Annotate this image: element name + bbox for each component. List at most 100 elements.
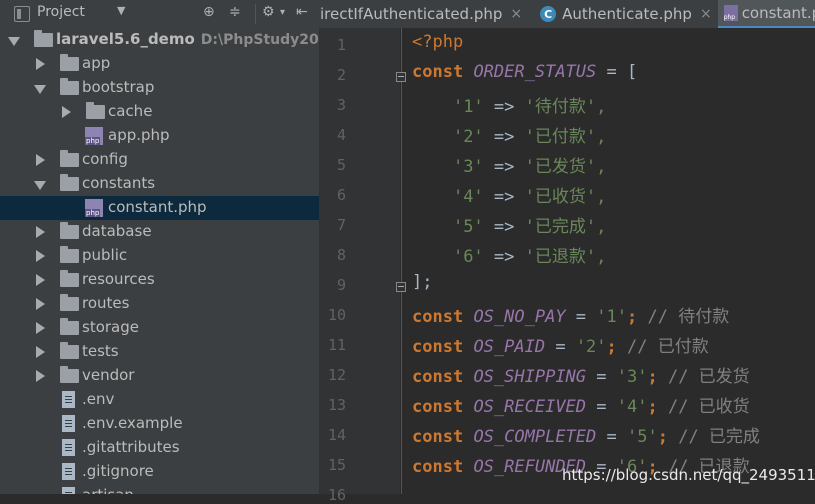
code-line: const OS_PAID = '2'; // 已付款	[412, 332, 709, 357]
operator: =	[565, 307, 597, 327]
string-value: '2'	[575, 337, 607, 357]
expand-arrow-right-icon[interactable]	[36, 370, 45, 382]
tree-item-cache[interactable]: cache	[0, 100, 319, 124]
operator: =	[596, 427, 627, 447]
tree-item-constants[interactable]: constants	[0, 172, 319, 196]
folder-icon	[34, 30, 53, 47]
tree-item-constant-php[interactable]: php constant.php	[0, 196, 319, 220]
expand-arrow-down-icon[interactable]	[8, 37, 20, 46]
tree-item-vendor[interactable]: vendor	[0, 364, 319, 388]
code-line: const ORDER_STATUS = [	[412, 62, 637, 82]
tree-item-env[interactable]: .env	[0, 388, 319, 412]
project-view-selector[interactable]: Project	[37, 4, 85, 20]
tree-item-label: .gitignore	[82, 462, 154, 480]
tree-item-app-php[interactable]: php app.php	[0, 124, 319, 148]
tree-item-app[interactable]: app	[0, 52, 319, 76]
string-key: '2'	[452, 127, 484, 147]
tree-item-config[interactable]: config	[0, 148, 319, 172]
operator: =>	[483, 127, 525, 147]
tree-item-public[interactable]: public	[0, 244, 319, 268]
tree-item-storage[interactable]: storage	[0, 316, 319, 340]
semicolon: ;	[606, 337, 617, 357]
close-icon[interactable]: ×	[700, 6, 712, 22]
tree-item-label: app.php	[108, 126, 170, 144]
tree-item-gitattributes[interactable]: .gitattributes	[0, 436, 319, 460]
tree-item-resources[interactable]: resources	[0, 268, 319, 292]
constant-name: OS_SHIPPING	[473, 367, 587, 387]
operator: =	[586, 367, 617, 387]
line-number: 8	[336, 246, 346, 264]
expand-arrow-right-icon[interactable]	[36, 58, 45, 70]
tree-item-label: tests	[82, 342, 119, 360]
tree-item-env-example[interactable]: .env.example	[0, 412, 319, 436]
tree-item-label: laravel5.6_demoD:\PhpStudy2018\	[56, 30, 319, 48]
collapse-all-icon[interactable]: ≑	[229, 4, 241, 20]
tree-item-label: resources	[82, 270, 155, 288]
line-number: 14	[327, 426, 346, 444]
tree-item-label: cache	[108, 102, 153, 120]
semicolon: ;	[657, 427, 668, 447]
fold-marker-icon[interactable]	[396, 282, 406, 292]
gear-dropdown-icon[interactable]: ▾	[280, 7, 285, 18]
code-line: const OS_RECEIVED = '4'; // 已收货	[412, 392, 750, 417]
expand-arrow-right-icon[interactable]	[36, 154, 45, 166]
tree-item-tests[interactable]: tests	[0, 340, 319, 364]
gear-icon[interactable]: ⚙	[262, 4, 275, 20]
code-line: ];	[412, 272, 432, 292]
expand-arrow-right-icon[interactable]	[36, 274, 45, 286]
tree-item-laravel5-6-demo[interactable]: laravel5.6_demoD:\PhpStudy2018\	[0, 28, 319, 52]
tab-redirect-if-authenticated[interactable]: irectIfAuthenticated.php ×	[320, 0, 528, 28]
folder-icon	[60, 150, 79, 167]
operator: =>	[483, 157, 525, 177]
hide-panel-icon[interactable]: ⇤	[296, 4, 308, 20]
line-number: 1	[336, 36, 346, 54]
tree-item-bootstrap[interactable]: bootstrap	[0, 76, 319, 100]
string-value: '5'	[626, 427, 658, 447]
expand-arrow-down-icon[interactable]	[34, 85, 46, 94]
expand-arrow-down-icon[interactable]	[34, 181, 46, 190]
tree-item-artisan[interactable]: artisan	[0, 484, 319, 494]
code-line: '5' => '已完成',	[412, 212, 606, 237]
tree-item-label: constant.php	[108, 198, 207, 216]
toolbar-separator	[255, 4, 256, 24]
close-icon[interactable]: ×	[510, 6, 522, 22]
comment: // 已收货	[667, 397, 750, 417]
tree-item-label: app	[82, 54, 111, 72]
tree-item-label: bootstrap	[82, 78, 155, 96]
expand-arrow-right-icon[interactable]	[36, 322, 45, 334]
expand-arrow-right-icon[interactable]	[36, 298, 45, 310]
expand-arrow-right-icon[interactable]	[36, 346, 45, 358]
tree-item-database[interactable]: database	[0, 220, 319, 244]
tree-item-label: .env.example	[82, 414, 183, 432]
tab-label: constant.p	[741, 4, 815, 22]
tree-item-gitignore[interactable]: .gitignore	[0, 460, 319, 484]
expand-arrow-right-icon[interactable]	[36, 226, 45, 238]
semicolon: ;	[627, 307, 638, 327]
keyword: const	[412, 367, 464, 387]
expand-arrow-right-icon[interactable]	[36, 250, 45, 262]
tab-constant[interactable]: php constant.p	[717, 0, 815, 28]
string-key: '4'	[452, 187, 484, 207]
tree-item-label: database	[82, 222, 152, 240]
tab-authenticate[interactable]: C Authenticate.php ×	[528, 0, 718, 28]
locate-file-icon[interactable]: ⊕	[203, 4, 215, 20]
string-key: '6'	[452, 247, 484, 267]
string-key: '3'	[452, 157, 484, 177]
tree-item-routes[interactable]: routes	[0, 292, 319, 316]
code-line: '3' => '已发货',	[412, 152, 606, 177]
string-value: '已退款',	[524, 247, 607, 267]
folder-icon	[60, 222, 79, 239]
chevron-down-icon[interactable]: ▼	[117, 4, 125, 17]
operator: =	[586, 397, 617, 417]
expand-arrow-right-icon[interactable]	[62, 106, 71, 118]
fold-marker-icon[interactable]	[396, 72, 406, 82]
